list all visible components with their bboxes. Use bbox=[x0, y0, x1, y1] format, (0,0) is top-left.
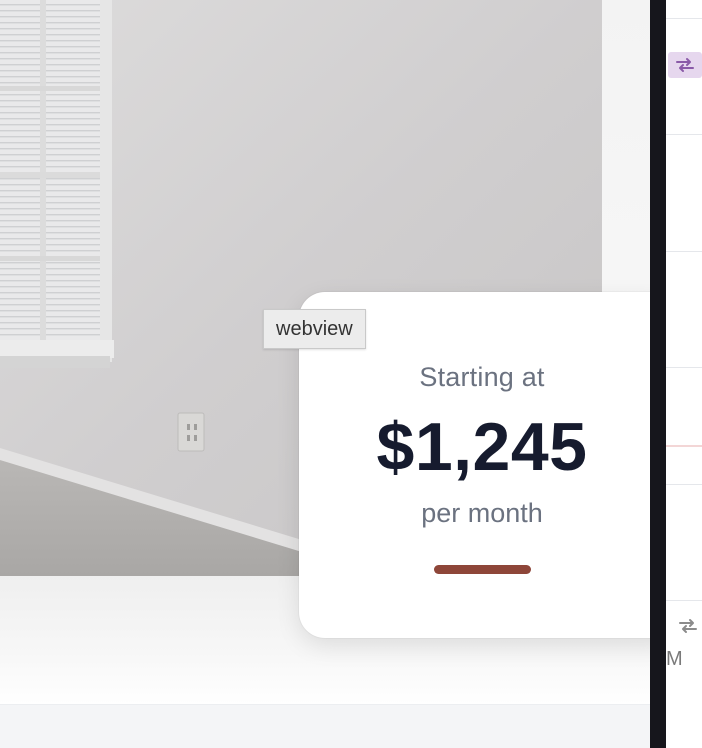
side-row-highlight bbox=[666, 445, 702, 447]
side-row-divider bbox=[666, 251, 702, 252]
webview-tooltip: webview bbox=[263, 309, 366, 349]
page: Starting at $1,245 per month webview M bbox=[0, 0, 702, 748]
side-panel: M bbox=[666, 0, 702, 748]
bottom-strip bbox=[0, 704, 650, 748]
price-amount: $1,245 bbox=[376, 409, 588, 485]
repeat-icon[interactable] bbox=[676, 614, 700, 638]
repeat-badge[interactable] bbox=[668, 52, 702, 78]
price-lead-text: Starting at bbox=[419, 362, 545, 392]
repeat-icon bbox=[676, 58, 694, 72]
side-row-divider bbox=[666, 367, 702, 368]
price-period-text: per month bbox=[421, 498, 543, 528]
price-accent-bar bbox=[434, 565, 531, 574]
side-row-divider bbox=[666, 484, 702, 485]
side-partial-text: M bbox=[666, 648, 683, 670]
side-row-divider bbox=[666, 134, 702, 135]
side-row-divider bbox=[666, 600, 702, 601]
side-row-divider bbox=[666, 18, 702, 19]
window-divider[interactable] bbox=[650, 0, 666, 748]
